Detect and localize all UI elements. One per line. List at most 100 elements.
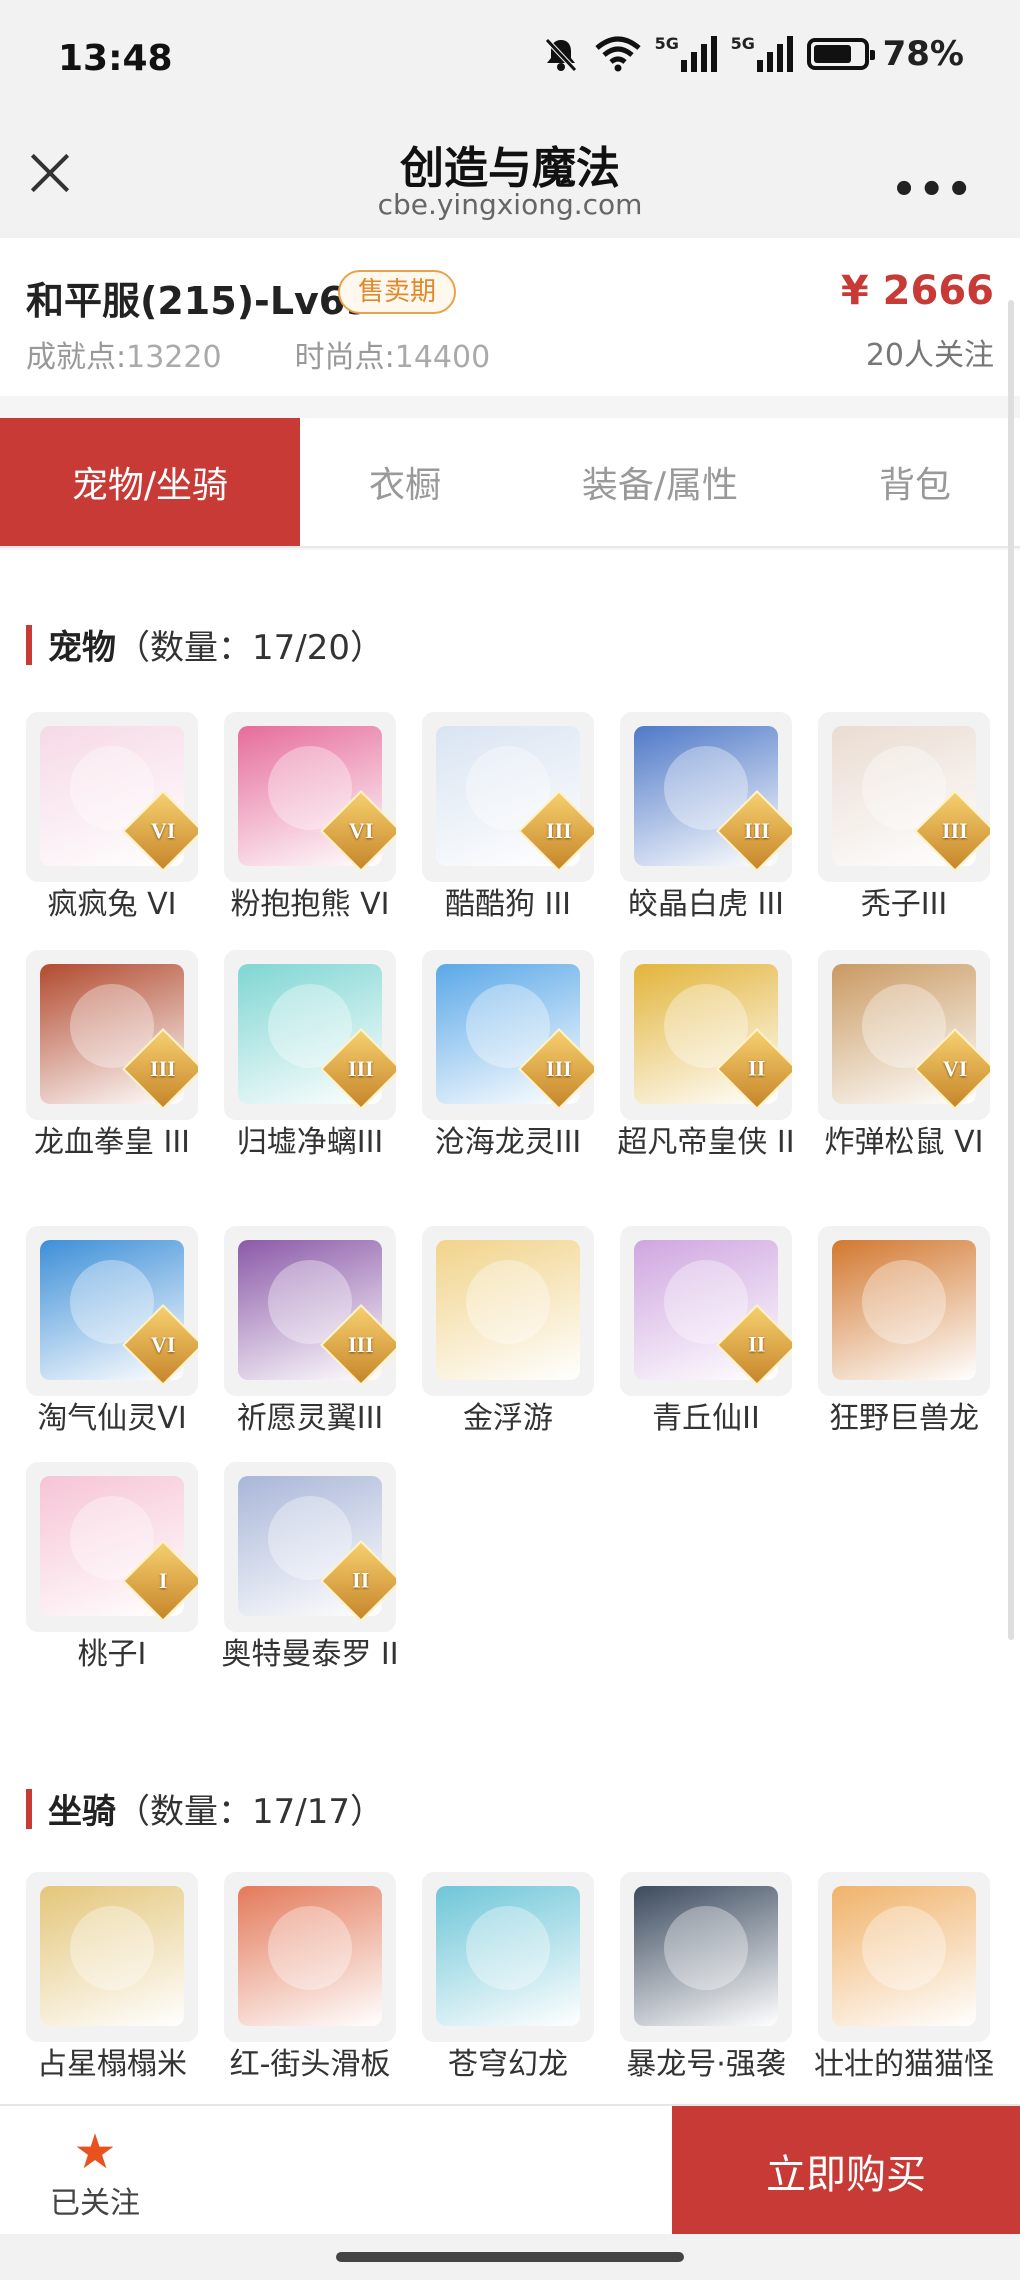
grid-item[interactable]: VI 疯疯兔 VI — [26, 712, 198, 926]
item-thumbnail[interactable] — [224, 1872, 396, 2042]
grid-item[interactable]: III 归墟净螭III — [224, 950, 396, 1164]
rank-text: III — [942, 818, 968, 843]
status-icons: 5G 5G 78% — [541, 34, 964, 74]
item-thumbnail[interactable] — [26, 1872, 198, 2042]
tab-backpack[interactable]: 背包 — [810, 418, 1020, 546]
item-label: 归墟净螭III — [236, 1125, 384, 1160]
item-label: 酷酷狗 III — [444, 887, 572, 922]
battery-icon — [806, 38, 875, 70]
item-thumbnail[interactable]: VI — [224, 712, 396, 882]
grid-item[interactable]: II 奥特曼泰罗 II — [221, 1462, 399, 1676]
grid-item[interactable]: III 秃子III — [818, 712, 990, 926]
big-cat-mount-icon — [832, 1886, 976, 2026]
rank-text: III — [744, 818, 770, 843]
item-label: 桃子I — [77, 1637, 147, 1672]
item-label: 奥特曼泰罗 II — [221, 1637, 399, 1672]
grid-item[interactable]: III 皎晶白虎 III — [620, 712, 792, 926]
grid-item[interactable]: 壮壮的猫猫怪 — [814, 1872, 994, 2086]
item-thumbnail[interactable]: II — [620, 1226, 792, 1396]
grid-item[interactable]: 金浮游 — [422, 1226, 594, 1440]
follow-button[interactable]: ★ 已关注 — [30, 2126, 160, 2222]
rank-text: II — [352, 1568, 370, 1593]
item-thumbnail[interactable]: III — [224, 950, 396, 1120]
mounts-heading: 坐骑 — [48, 1792, 116, 1832]
grid-item[interactable]: 占星榻榻米 — [26, 1872, 198, 2086]
grid-item[interactable]: VI 粉抱抱熊 VI — [224, 712, 396, 926]
item-label: 粉抱抱熊 VI — [230, 887, 390, 922]
bottom-action-bar: ★ 已关注 立即购买 — [0, 2104, 1020, 2236]
item-thumbnail[interactable]: VI — [26, 712, 198, 882]
rank-text: III — [546, 818, 572, 843]
status-time: 13:48 — [58, 38, 173, 79]
item-thumbnail[interactable]: III — [26, 950, 198, 1120]
sky-dragon-mount-icon — [436, 1886, 580, 2026]
item-thumbnail[interactable]: VI — [818, 950, 990, 1120]
tab-pets-mounts[interactable]: 宠物/坐骑 — [0, 418, 300, 546]
grid-item[interactable]: II 超凡帝皇侠 II — [617, 950, 795, 1164]
item-label: 苍穹幻龙 — [448, 2047, 568, 2082]
account-info-card: 和平服(215)-Lv69 售卖期 成就点:13220 时尚点:14400 ¥ … — [0, 238, 1020, 396]
item-thumbnail[interactable]: VI — [26, 1226, 198, 1396]
item-thumbnail[interactable] — [422, 1872, 594, 2042]
item-thumbnail[interactable] — [818, 1226, 990, 1396]
more-options-icon[interactable]: ••• — [891, 170, 974, 210]
pets-count: （数量：17/20） — [116, 628, 384, 668]
item-thumbnail[interactable]: III — [620, 712, 792, 882]
cellular-signal-2-icon: 5G — [731, 34, 793, 72]
item-thumbnail[interactable]: III — [422, 712, 594, 882]
system-nav-bar — [0, 2234, 1020, 2280]
achievement-label: 成就点: — [26, 340, 127, 375]
item-label: 炸弹松鼠 VI — [824, 1125, 984, 1160]
astrology-tatami-mount-icon — [40, 1886, 184, 2026]
item-label: 暴龙号·强袭 — [626, 2047, 786, 2082]
home-gesture-handle[interactable] — [336, 2252, 684, 2262]
item-thumbnail[interactable] — [620, 1872, 792, 2042]
buy-now-button[interactable]: 立即购买 — [672, 2106, 1020, 2236]
item-label: 沧海龙灵III — [434, 1125, 582, 1160]
item-thumbnail[interactable]: I — [26, 1462, 198, 1632]
grid-item[interactable]: VI 淘气仙灵VI — [26, 1226, 198, 1440]
grid-item[interactable]: III 龙血拳皇 III — [26, 950, 198, 1164]
fashion-value: 14400 — [394, 340, 491, 375]
mounts-section-title: 坐骑 （数量：17/17） — [26, 1784, 384, 1833]
price: ¥ 2666 — [840, 268, 994, 314]
item-label: 淘气仙灵VI — [37, 1401, 187, 1436]
grid-item[interactable]: VI 炸弹松鼠 VI — [818, 950, 990, 1164]
follower-count: 20人关注 — [865, 338, 994, 373]
item-label: 金浮游 — [463, 1401, 553, 1436]
item-thumbnail[interactable] — [422, 1226, 594, 1396]
battery-percent: 78% — [882, 34, 964, 74]
grid-item[interactable]: 暴龙号·强袭 — [620, 1872, 792, 2086]
item-thumbnail[interactable]: III — [224, 1226, 396, 1396]
status-bar: 13:48 5G 5G 78% — [0, 0, 1020, 118]
item-label: 超凡帝皇侠 II — [617, 1125, 795, 1160]
item-label: 狂野巨兽龙 — [829, 1401, 979, 1436]
tab-equipment-attributes[interactable]: 装备/属性 — [510, 418, 810, 546]
item-label: 青丘仙II — [652, 1401, 760, 1436]
item-thumbnail[interactable]: II — [620, 950, 792, 1120]
grid-item[interactable]: I 桃子I — [26, 1462, 198, 1676]
server-level: 和平服(215)-Lv69 — [26, 279, 372, 323]
tab-wardrobe[interactable]: 衣橱 — [300, 418, 510, 546]
item-thumbnail[interactable] — [818, 1872, 990, 2042]
scrollbar[interactable] — [1008, 300, 1014, 1640]
rank-text: VI — [942, 1055, 968, 1081]
grid-item[interactable]: III 酷酷狗 III — [422, 712, 594, 926]
grid-item[interactable]: III 沧海龙灵III — [422, 950, 594, 1164]
rank-text: III — [150, 1056, 176, 1081]
achievement-value: 13220 — [126, 340, 222, 375]
item-thumbnail[interactable]: III — [422, 950, 594, 1120]
grid-item[interactable]: 苍穹幻龙 — [422, 1872, 594, 2086]
rank-text: VI — [150, 817, 176, 843]
wild-dino-pet-icon — [832, 1240, 976, 1380]
item-label: 秃子III — [860, 887, 948, 922]
item-thumbnail[interactable]: II — [224, 1462, 396, 1632]
grid-item[interactable]: 红-街头滑板 — [224, 1872, 396, 2086]
item-thumbnail[interactable]: III — [818, 712, 990, 882]
grid-item[interactable]: III 祈愿灵翼III — [224, 1226, 396, 1440]
wifi-icon — [594, 36, 641, 72]
rank-text: II — [748, 1056, 766, 1081]
rank-text: III — [546, 1056, 572, 1081]
grid-item[interactable]: II 青丘仙II — [620, 1226, 792, 1440]
grid-item[interactable]: 狂野巨兽龙 — [818, 1226, 990, 1440]
